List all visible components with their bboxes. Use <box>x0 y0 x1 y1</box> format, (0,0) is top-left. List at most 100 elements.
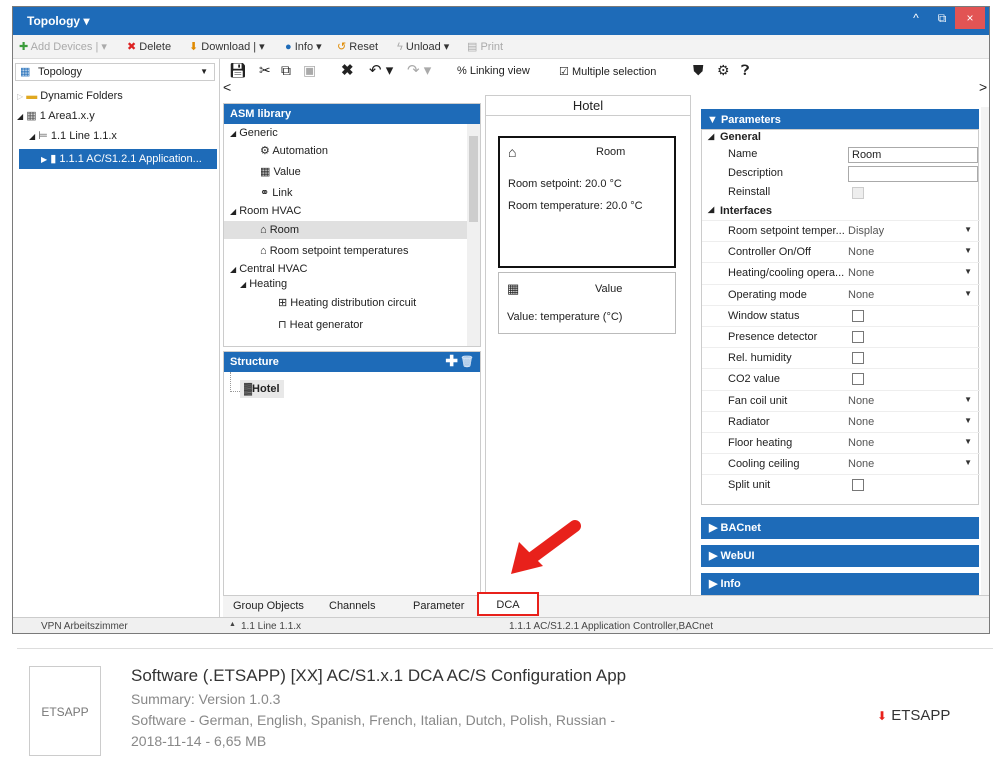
section-info[interactable]: ▶ Info <box>701 573 979 595</box>
interface-row[interactable]: Controller On/Off None ▼ <box>702 241 980 262</box>
cut-icon[interactable]: ✂ <box>259 62 271 79</box>
asm-item-link[interactable]: ⚭ Link <box>260 184 292 202</box>
scrollbar-thumb[interactable] <box>469 136 478 222</box>
tab-dca[interactable]: DCA <box>477 592 539 616</box>
param-select-value[interactable]: None <box>848 267 874 279</box>
param-checkbox[interactable] <box>852 352 864 365</box>
asm-group-heating[interactable]: ◢ Heating <box>240 275 287 293</box>
tree-item-label: 1.1.1 AC/S1.2.1 Application... <box>59 153 202 165</box>
restore-icon[interactable]: ⧉ <box>929 7 955 29</box>
close-icon[interactable]: × <box>955 7 985 29</box>
interface-row[interactable]: CO2 value <box>702 368 980 389</box>
scroll-left-icon[interactable]: < <box>223 79 231 95</box>
asm-item-heat-generator[interactable]: ⊓ Heat generator <box>278 316 363 334</box>
asm-item-heating-distribution[interactable]: ⊞ Heating distribution circuit <box>278 294 416 312</box>
download-icon: ⬇ <box>877 709 888 723</box>
name-input[interactable]: Room <box>848 147 978 163</box>
param-checkbox[interactable] <box>852 309 864 322</box>
structure-item-hotel[interactable]: ▓Hotel <box>240 380 284 398</box>
param-checkbox[interactable] <box>852 331 864 343</box>
scroll-right-icon[interactable]: > <box>979 79 987 95</box>
reset-button[interactable]: ↺ Reset <box>337 40 378 53</box>
chevron-up-icon[interactable]: ^ <box>903 7 929 29</box>
tree-item-dynamic-folders[interactable]: ▷ ▬ Dynamic Folders <box>17 87 217 105</box>
param-select-value[interactable]: None <box>848 395 874 407</box>
chevron-down-icon[interactable]: ▼ <box>964 458 972 467</box>
download-button[interactable]: ⬇ Download | ▾ <box>189 40 265 53</box>
param-select-value[interactable]: Display <box>848 225 884 237</box>
interface-row[interactable]: Cooling ceiling None ▼ <box>702 453 980 474</box>
info-button[interactable]: ● Info ▾ <box>285 40 322 53</box>
delete-icon[interactable]: ✖ <box>341 61 354 79</box>
chevron-down-icon[interactable]: ▼ <box>964 267 972 276</box>
interface-row[interactable]: Presence detector <box>702 326 980 347</box>
interface-row[interactable]: Window status <box>702 304 980 326</box>
add-icon[interactable]: ✚ <box>445 352 458 372</box>
undo-icon[interactable]: ↶ ▾ <box>369 61 393 79</box>
tree-item-area[interactable]: ◢ ▦ 1 Area1.x.y <box>17 107 217 125</box>
interface-row[interactable]: Floor heating None ▼ <box>702 432 980 453</box>
asm-item-automation[interactable]: ⚙ Automation <box>260 142 328 160</box>
tab-channels[interactable]: Channels <box>329 600 375 612</box>
tree-item-device[interactable]: ▶ ▮ 1.1.1 AC/S1.2.1 Application... <box>19 149 217 169</box>
gear-icon[interactable]: ⚙ <box>717 62 730 79</box>
interface-row[interactable]: Rel. humidity <box>702 347 980 368</box>
value-card[interactable]: ▦ Value Value: temperature (°C) <box>498 272 676 334</box>
chevron-down-icon[interactable]: ▼ <box>964 289 972 298</box>
collapse-icon: ◢ <box>708 205 715 214</box>
parameters-header[interactable]: ▼ Parameters <box>701 109 979 131</box>
section-interfaces[interactable]: ◢ Interfaces <box>702 203 980 220</box>
chevron-down-icon[interactable]: ▼ <box>964 437 972 446</box>
paste-icon[interactable]: ▣ <box>303 62 316 79</box>
reinstall-checkbox[interactable] <box>852 187 864 199</box>
topology-dropdown[interactable]: ▦ Topology ▼ <box>15 63 215 81</box>
delete-button[interactable]: ✖ Delete <box>127 40 171 53</box>
copy-icon[interactable]: ⧉ <box>281 62 291 79</box>
asm-item-room[interactable]: ⌂ Room <box>224 221 468 239</box>
tree-item-line[interactable]: ◢ ⊨ 1.1 Line 1.1.x <box>29 127 217 145</box>
window-title[interactable]: Topology ▾ <box>27 14 89 28</box>
param-select-value[interactable]: None <box>848 246 874 258</box>
asm-group-generic[interactable]: ◢ Generic <box>230 124 278 142</box>
interface-row[interactable]: Operating mode None ▼ <box>702 283 980 305</box>
tab-group-objects[interactable]: Group Objects <box>233 600 304 612</box>
chevron-down-icon[interactable]: ▼ <box>964 395 972 404</box>
chevron-down-icon[interactable]: ▼ <box>964 246 972 255</box>
print-button[interactable]: ▤ Print <box>467 40 503 53</box>
param-select-value[interactable]: None <box>848 437 874 449</box>
linking-view-button[interactable]: % Linking view <box>457 65 530 77</box>
etsapp-download-link[interactable]: ⬇ ETSAPP <box>877 707 950 724</box>
section-general[interactable]: ◢ General <box>702 130 980 146</box>
param-select-value[interactable]: None <box>848 416 874 428</box>
unload-button[interactable]: ϟ Unload ▾ <box>397 40 449 53</box>
help-icon[interactable]: ❓︎ <box>741 62 749 79</box>
interface-row[interactable]: Split unit <box>702 474 980 495</box>
add-devices-button[interactable]: ✚ Add Devices | ▾ <box>19 40 107 53</box>
interface-row[interactable]: Radiator None ▼ <box>702 410 980 432</box>
section-webui[interactable]: ▶ WebUI <box>701 545 979 567</box>
asm-group-room-hvac[interactable]: ◢ Room HVAC <box>230 202 301 220</box>
param-checkbox[interactable] <box>852 373 864 386</box>
interface-row[interactable]: Fan coil unit None ▼ <box>702 389 980 411</box>
param-select-value[interactable]: None <box>848 458 874 470</box>
parameters-scrollbar[interactable] <box>981 107 989 595</box>
tab-parameter[interactable]: Parameter <box>413 600 464 612</box>
param-checkbox[interactable] <box>852 479 864 492</box>
room-card[interactable]: ⌂ Room Room setpoint: 20.0 °C Room tempe… <box>498 136 676 268</box>
save-icon[interactable]: 💾︎ <box>229 62 247 79</box>
asm-scrollbar[interactable] <box>467 124 480 346</box>
multiple-selection-button[interactable]: ☑ Multiple selection <box>559 65 656 78</box>
interface-row[interactable]: Heating/cooling opera... None ▼ <box>702 262 980 283</box>
redo-icon[interactable]: ↷ ▾ <box>407 61 431 79</box>
chevron-down-icon[interactable]: ▼ <box>964 416 972 425</box>
shield-icon[interactable]: ⛊ <box>693 62 704 79</box>
param-select-value[interactable]: None <box>848 289 874 301</box>
interface-row[interactable]: Room setpoint temper... Display ▼ <box>702 220 980 241</box>
section-bacnet[interactable]: ▶ BACnet <box>701 517 979 539</box>
description-input[interactable] <box>848 166 978 182</box>
trash-icon[interactable]: 🗑︎ <box>460 352 474 372</box>
asm-item-room-setpoint[interactable]: ⌂ Room setpoint temperatures <box>260 242 409 260</box>
asm-item-value[interactable]: ▦ Value <box>260 163 301 181</box>
chevron-down-icon[interactable]: ▼ <box>964 225 972 234</box>
param-label: Fan coil unit <box>728 394 788 407</box>
